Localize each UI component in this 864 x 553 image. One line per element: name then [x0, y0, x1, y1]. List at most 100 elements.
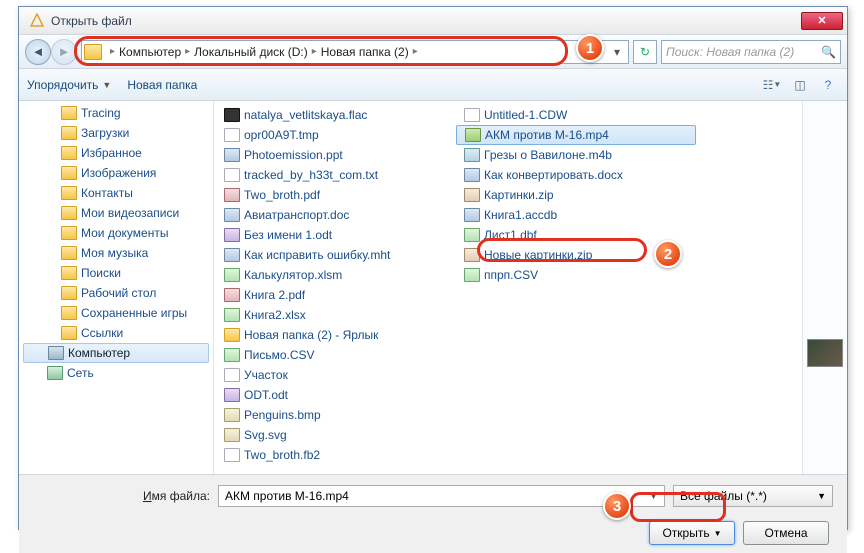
file-item[interactable]: ппрп.CSV — [456, 265, 696, 285]
file-name: Two_broth.fb2 — [244, 448, 320, 462]
split-button-chevron-icon[interactable]: ▼ — [714, 529, 722, 538]
folder-icon — [61, 226, 77, 240]
tree-item[interactable]: Сеть — [19, 363, 213, 383]
file-item[interactable]: Svg.svg — [216, 425, 456, 445]
file-name: Грезы о Вавилоне.m4b — [484, 148, 612, 162]
network-icon — [47, 366, 63, 380]
file-item[interactable]: Two_broth.pdf — [216, 185, 456, 205]
help-button[interactable]: ? — [817, 74, 839, 96]
breadcrumb-seg[interactable]: Локальный диск (D:) — [194, 45, 308, 59]
file-icon — [224, 288, 240, 302]
filename-label: Имя файла: — [143, 489, 210, 503]
file-icon — [464, 148, 480, 162]
file-item[interactable]: Как исправить ошибку.mht — [216, 245, 456, 265]
folder-tree[interactable]: Tracing Загрузки ИзбранноеИзображения Конта… — [19, 101, 214, 474]
file-icon — [464, 188, 480, 202]
tree-item-label: Сеть — [67, 366, 94, 380]
tree-item-label: Контакты — [81, 186, 133, 200]
file-icon — [224, 268, 240, 282]
refresh-button[interactable]: ↻ — [633, 40, 657, 64]
file-icon — [224, 368, 240, 382]
tree-item[interactable]: Поиски — [19, 263, 213, 283]
file-item[interactable]: Two_broth.fb2 — [216, 445, 456, 465]
view-options-button[interactable]: ☷ ▼ — [761, 74, 783, 96]
cancel-button[interactable]: Отмена — [743, 521, 829, 545]
tree-item-label: Поиски — [81, 266, 121, 280]
forward-button[interactable]: ► — [51, 39, 77, 65]
tree-item[interactable]: Рабочий стол — [19, 283, 213, 303]
file-name: Two_broth.pdf — [244, 188, 320, 202]
breadcrumb-seg[interactable]: Компьютер — [119, 45, 181, 59]
open-button[interactable]: Открыть▼ — [649, 521, 735, 545]
file-item[interactable]: Грезы о Вавилоне.m4b — [456, 145, 696, 165]
file-item[interactable]: Картинки.zip — [456, 185, 696, 205]
search-input[interactable]: Поиск: Новая папка (2) 🔍 — [661, 40, 841, 64]
tree-item[interactable]: Моя музыка — [19, 243, 213, 263]
file-name: opr00A9T.tmp — [244, 128, 319, 142]
file-type-filter[interactable]: Все файлы (*.*)▼ — [673, 485, 833, 507]
filename-input[interactable]: АКМ против М-16.mp4▼ — [218, 485, 665, 507]
tree-item[interactable]: Мои видеозаписи — [19, 203, 213, 223]
file-item[interactable]: Участок — [216, 365, 456, 385]
file-item[interactable]: Книга 2.pdf — [216, 285, 456, 305]
tree-item[interactable]: Мои документы — [19, 223, 213, 243]
organize-menu[interactable]: Упорядочить▼ — [27, 78, 111, 92]
file-name: Untitled-1.CDW — [484, 108, 567, 122]
tree-item[interactable]: Компьютер — [23, 343, 209, 363]
tree-item[interactable]: Tracing — [19, 103, 213, 123]
address-dropdown[interactable]: ▾ — [608, 41, 626, 63]
file-item[interactable]: Книга2.xlsx — [216, 305, 456, 325]
file-item[interactable]: opr00A9T.tmp — [216, 125, 456, 145]
file-item[interactable]: Новая папка (2) - Ярлык — [216, 325, 456, 345]
new-folder-button[interactable]: Новая папка — [127, 78, 197, 92]
file-icon — [224, 228, 240, 242]
file-item[interactable]: Photoemission.ppt — [216, 145, 456, 165]
file-item[interactable]: natalya_vetlitskaya.flac — [216, 105, 456, 125]
tree-item-label: Мои документы — [81, 226, 168, 240]
tree-item[interactable]: Сохраненные игры — [19, 303, 213, 323]
file-name: Книга1.accdb — [484, 208, 557, 222]
file-item[interactable]: Авиатранспорт.doc — [216, 205, 456, 225]
tree-item-label: Загрузки — [81, 126, 129, 140]
file-icon — [464, 268, 480, 282]
file-name: Penguins.bmp — [244, 408, 321, 422]
file-item[interactable]: АКМ против М-16.mp4 — [456, 125, 696, 145]
tree-item[interactable]: Избранное — [19, 143, 213, 163]
file-name: Письмо.CSV — [244, 348, 315, 362]
file-name: ODT.odt — [244, 388, 288, 402]
computer-icon — [48, 346, 64, 360]
tree-item-label: Рабочий стол — [81, 286, 156, 300]
file-list[interactable]: natalya_vetlitskaya.flac opr00A9T.tmp Phot… — [214, 101, 802, 474]
file-item[interactable]: Калькулятор.xlsm — [216, 265, 456, 285]
tree-item[interactable]: Загрузки — [19, 123, 213, 143]
file-item[interactable]: ODT.odt — [216, 385, 456, 405]
address-bar[interactable]: ▸ Компьютер ▸ Локальный диск (D:) ▸ Нова… — [81, 40, 629, 64]
file-item[interactable]: Без имени 1.odt — [216, 225, 456, 245]
file-item[interactable]: Как конвертировать.docx — [456, 165, 696, 185]
file-item[interactable]: Книга1.accdb — [456, 205, 696, 225]
close-button[interactable]: ✕ — [801, 12, 843, 30]
preview-pane-button[interactable]: ◫ — [789, 74, 811, 96]
folder-icon — [84, 44, 102, 60]
file-name: Как конвертировать.docx — [484, 168, 623, 182]
back-button[interactable]: ◄ — [25, 39, 51, 65]
file-name: ппрп.CSV — [484, 268, 538, 282]
file-item[interactable]: Untitled-1.CDW — [456, 105, 696, 125]
folder-icon — [61, 186, 77, 200]
tree-item[interactable]: Ссылки — [19, 323, 213, 343]
tree-item-label: Моя музыка — [81, 246, 148, 260]
tree-item[interactable]: Контакты — [19, 183, 213, 203]
folder-icon — [61, 166, 77, 180]
file-item[interactable]: Penguins.bmp — [216, 405, 456, 425]
breadcrumb-seg[interactable]: Новая папка (2) — [321, 45, 409, 59]
file-item[interactable]: tracked_by_h33t_com.txt — [216, 165, 456, 185]
file-icon — [224, 108, 240, 122]
window-title: Открыть файл — [51, 14, 801, 28]
tree-item[interactable]: Изображения — [19, 163, 213, 183]
folder-icon — [61, 126, 77, 140]
file-name: Участок — [244, 368, 288, 382]
folder-icon — [61, 246, 77, 260]
file-item[interactable]: Письмо.CSV — [216, 345, 456, 365]
file-icon — [224, 308, 240, 322]
chevron-down-icon[interactable]: ▼ — [649, 491, 658, 501]
